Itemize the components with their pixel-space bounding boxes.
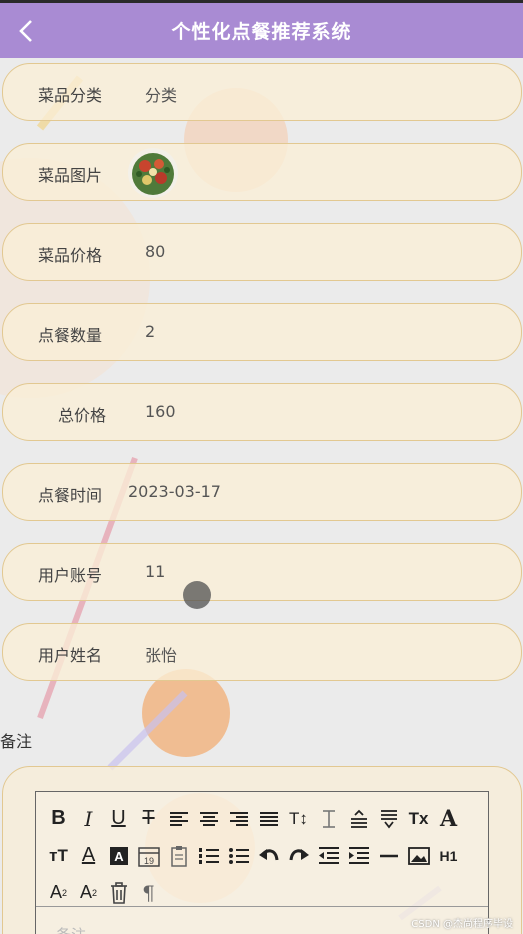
- delete-icon[interactable]: [106, 879, 131, 907]
- underline-icon[interactable]: U: [106, 805, 131, 833]
- font-size-icon[interactable]: тT: [46, 842, 71, 870]
- subscript-icon[interactable]: A2: [46, 879, 71, 907]
- undo-icon[interactable]: [256, 842, 281, 870]
- background-color-icon[interactable]: A: [106, 842, 131, 870]
- field-label: 用户姓名: [38, 646, 103, 665]
- field-label: 菜品价格: [38, 246, 103, 265]
- remark-editor-input[interactable]: 备注: [56, 924, 86, 934]
- bold-icon[interactable]: B: [46, 805, 71, 833]
- food-thumbnail[interactable]: [127, 148, 179, 198]
- paragraph-spacing-icon[interactable]: [346, 805, 371, 833]
- svg-text:19: 19: [143, 856, 153, 866]
- font-color-icon[interactable]: A: [436, 805, 461, 833]
- field-value: 11: [145, 562, 166, 581]
- field-row-user-account: 用户账号 11: [2, 543, 522, 601]
- field-value: 160: [145, 402, 176, 421]
- rich-text-editor: B I U T T↕ Tx A тT A A 19 H1 A 2 A 2 ¶: [35, 791, 489, 934]
- svg-text:A: A: [114, 849, 124, 864]
- field-label: 点餐时间: [38, 486, 103, 505]
- field-row-price: 菜品价格 80: [2, 223, 522, 281]
- horizontal-rule-icon[interactable]: [376, 842, 401, 870]
- clear-format-icon[interactable]: Tx: [406, 805, 431, 833]
- align-right-icon[interactable]: [226, 805, 251, 833]
- touch-indicator: [183, 581, 211, 609]
- field-label: 点餐数量: [38, 326, 103, 345]
- text-height-icon[interactable]: [316, 805, 341, 833]
- align-left-icon[interactable]: [166, 805, 191, 833]
- ordered-list-icon[interactable]: [196, 842, 221, 870]
- redo-icon[interactable]: [286, 842, 311, 870]
- field-label: 菜品分类: [38, 86, 103, 105]
- field-label: 总价格: [58, 406, 107, 425]
- field-value: 2: [145, 322, 156, 341]
- field-label: 菜品图片: [38, 166, 103, 185]
- superscript-icon[interactable]: A2: [76, 879, 101, 907]
- watermark: CSDN @杰尚程序毕设: [411, 919, 513, 930]
- image-icon[interactable]: [406, 842, 431, 870]
- clipboard-icon[interactable]: [166, 842, 191, 870]
- field-value: 80: [145, 242, 166, 261]
- field-label: 用户账号: [38, 566, 103, 585]
- align-justify-icon[interactable]: [256, 805, 281, 833]
- field-row-total-price: 总价格 160: [2, 383, 522, 441]
- heading-icon[interactable]: H1: [436, 842, 461, 870]
- field-row-user-name: 用户姓名 张怡: [2, 623, 522, 681]
- bullet-list-icon[interactable]: [226, 842, 251, 870]
- page-title: 个性化点餐推荐系统: [171, 21, 352, 43]
- indent-icon[interactable]: [346, 842, 371, 870]
- strikethrough-icon[interactable]: T: [136, 805, 161, 833]
- italic-icon[interactable]: I: [76, 805, 101, 833]
- field-value: 张怡: [145, 646, 178, 665]
- field-row-quantity: 点餐数量 2: [2, 303, 522, 361]
- editor-divider: [36, 906, 488, 907]
- indent-down-icon[interactable]: [376, 805, 401, 833]
- header-bar: 个性化点餐推荐系统: [0, 0, 523, 58]
- field-row-category: 菜品分类 分类: [2, 63, 522, 121]
- field-row-image: 菜品图片: [2, 143, 522, 201]
- remark-label: 备注: [0, 732, 33, 751]
- field-value: 2023-03-17: [128, 482, 221, 501]
- align-center-icon[interactable]: [196, 805, 221, 833]
- underline-color-icon[interactable]: A: [76, 842, 101, 870]
- outdent-icon[interactable]: [316, 842, 341, 870]
- editor-toolbar: B I U T T↕ Tx A тT A A 19 H1 A 2 A 2 ¶: [46, 800, 486, 911]
- line-height-icon[interactable]: T↕: [286, 805, 311, 833]
- field-value: 分类: [145, 86, 178, 105]
- date-icon[interactable]: 19: [136, 842, 161, 870]
- field-row-order-time: 点餐时间 2023-03-17: [2, 463, 522, 521]
- paragraph-mark-icon[interactable]: ¶: [136, 879, 161, 907]
